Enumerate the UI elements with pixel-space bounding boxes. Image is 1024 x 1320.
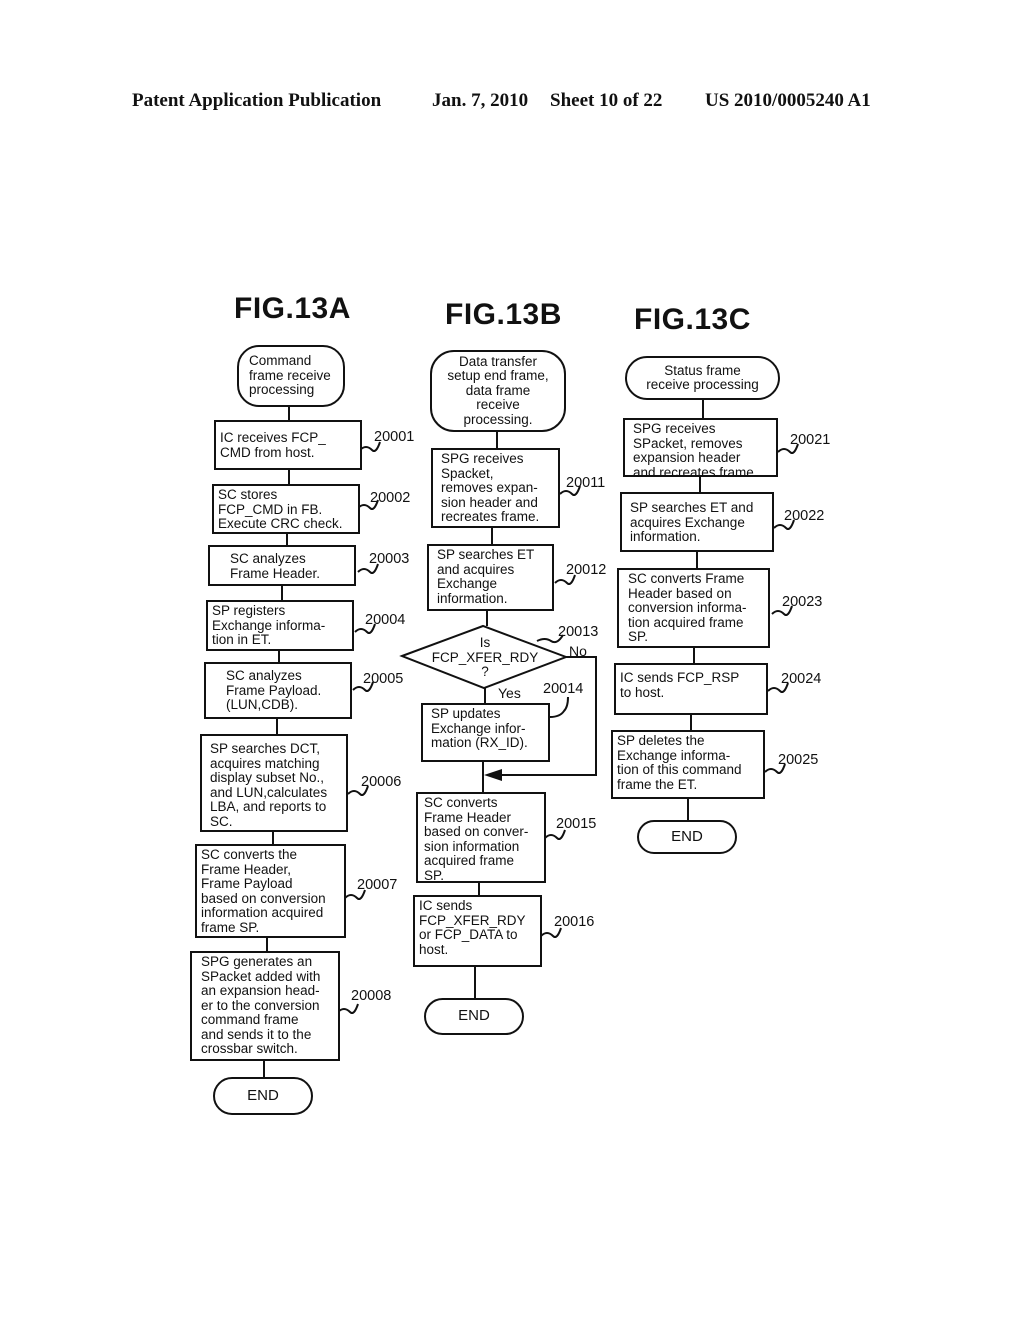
step-20025: SP deletes the Exchange informa- tion of… [611, 730, 765, 799]
ref-20002: 20002 [370, 490, 411, 506]
arrowhead-merge [484, 769, 502, 781]
fig-b-start-text: Data transfer setup end frame, data fram… [447, 353, 549, 427]
fig-c-end-text: END [671, 827, 703, 845]
fig-c-start-text: Status frame receive processing [646, 362, 759, 392]
step-20001: IC receives FCP_ CMD from host. [214, 420, 362, 470]
ref-20023: 20023 [782, 594, 823, 610]
ref-20005: 20005 [363, 671, 404, 687]
step-20024: IC sends FCP_RSP to host. [614, 663, 768, 715]
fig-13c-title: FIG.13C [634, 303, 751, 336]
ref-20015: 20015 [556, 816, 597, 832]
decision-20013-text: Is FCP_XFER_RDY ? [431, 635, 539, 679]
fig-a-start-text: Command frame receive processing [249, 353, 331, 398]
step-20014: SP updates Exchange infor- mation (RX_ID… [421, 703, 550, 762]
step-20003: SC analyzes Frame Header. [208, 545, 356, 586]
ref-20014: 20014 [543, 681, 584, 697]
step-20004: SP registers Exchange informa- tion in E… [206, 600, 354, 651]
step-20015: SC converts Frame Header based on conver… [416, 792, 546, 883]
ref-20013: 20013 [558, 624, 599, 640]
fig-a-end-text: END [247, 1086, 279, 1104]
ref-20016: 20016 [554, 914, 595, 930]
fig-b-end-text: END [458, 1007, 490, 1025]
step-20005: SC analyzes Frame Payload. (LUN,CDB). [204, 662, 352, 719]
step-20011: SPG receives Spacket, removes expan- sio… [431, 448, 560, 528]
step-20007: SC converts the Frame Header, Frame Payl… [195, 844, 346, 938]
step-20012: SP searches ET and acquires Exchange inf… [427, 544, 554, 611]
decision-yes-label: Yes [498, 685, 521, 701]
step-20022: SP searches ET and acquires Exchange inf… [620, 492, 774, 552]
fig-13b-title: FIG.13B [445, 298, 562, 331]
fig-a-start-terminal: Command frame receive processing [237, 345, 345, 407]
step-20002: SC stores FCP_CMD in FB. Execute CRC che… [212, 484, 360, 534]
ref-20006: 20006 [361, 774, 402, 790]
fig-c-start-terminal: Status frame receive processing [625, 356, 780, 400]
ref-20004: 20004 [365, 612, 406, 628]
fig-a-end-terminal: END [213, 1077, 313, 1115]
step-20023: SC converts Frame Header based on conver… [617, 568, 770, 648]
step-20006: SP searches DCT, acquires matching displ… [200, 734, 348, 832]
ref-20021: 20021 [790, 432, 831, 448]
step-20021: SPG receives SPacket, removes expansion … [623, 418, 778, 479]
ref-20022: 20022 [784, 508, 825, 524]
leader-20008 [337, 1003, 359, 1014]
ref-20007: 20007 [357, 877, 398, 893]
step-20008: SPG generates an SPacket added with an e… [190, 951, 340, 1061]
fig-b-end-terminal: END [424, 998, 524, 1035]
ref-20011: 20011 [566, 475, 606, 491]
step-20016: IC sends FCP_XFER_RDY or FCP_DATA to hos… [413, 895, 542, 967]
ref-20001: 20001 [374, 429, 415, 445]
ref-20025: 20025 [778, 752, 819, 768]
ref-20008: 20008 [351, 988, 392, 1004]
fig-13a-title: FIG.13A [234, 292, 351, 325]
ref-20012: 20012 [566, 562, 607, 578]
ref-20003: 20003 [369, 551, 410, 567]
ref-20024: 20024 [781, 671, 822, 687]
fig-c-end-terminal: END [637, 820, 737, 854]
fig-b-start-terminal: Data transfer setup end frame, data fram… [430, 350, 566, 432]
decision-no-label: No [569, 643, 587, 659]
leader-20014 [549, 696, 569, 718]
